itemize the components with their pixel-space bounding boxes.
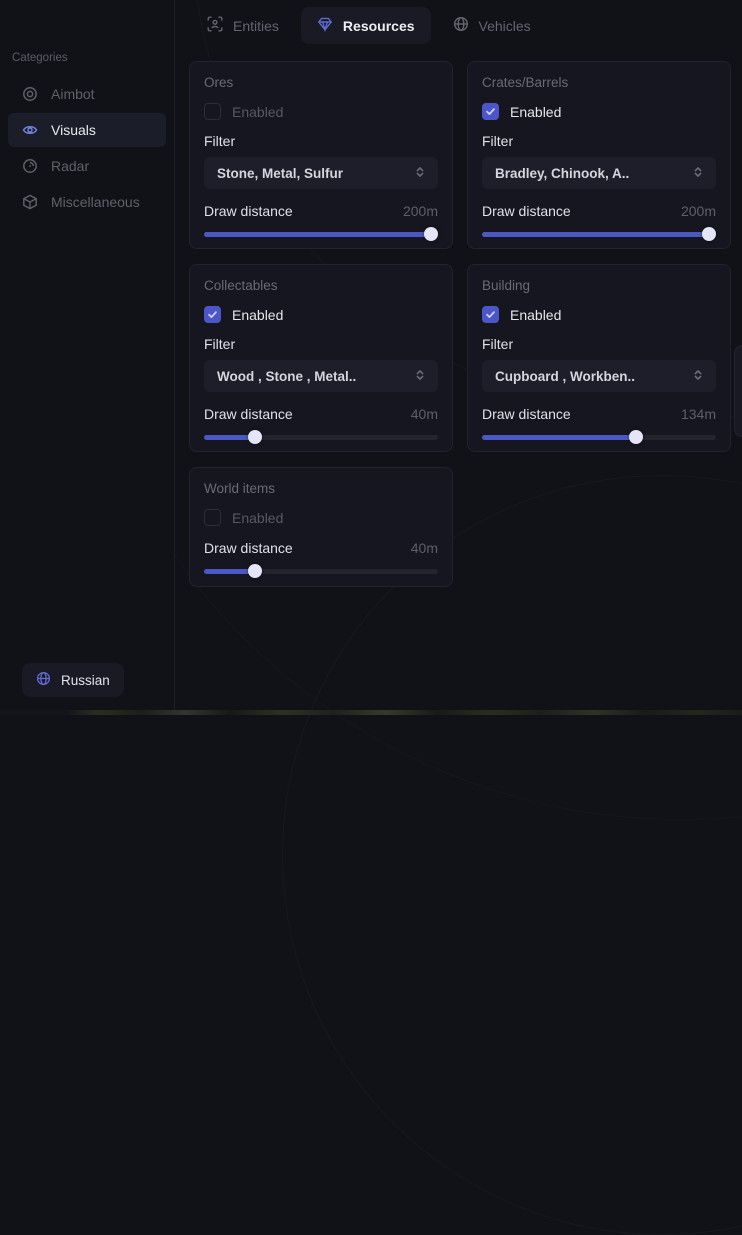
draw-distance-slider[interactable] (482, 430, 716, 444)
draw-distance-row: Draw distance 200m (482, 203, 716, 219)
sidebar-item-radar[interactable]: Radar (8, 149, 166, 183)
filter-label: Filter (204, 336, 438, 352)
sidebar: Categories Aimbot Visuals Radar Miscella… (0, 0, 175, 715)
categories-label: Categories (12, 52, 174, 64)
language-button-label: Russian (61, 673, 110, 688)
language-button[interactable]: Russian (22, 663, 124, 697)
slider-thumb[interactable] (702, 227, 716, 241)
draw-distance-slider[interactable] (482, 227, 716, 241)
slider-thumb[interactable] (248, 430, 262, 444)
draw-distance-value: 200m (681, 203, 716, 219)
globe-icon (36, 671, 51, 689)
checkbox[interactable] (204, 306, 221, 323)
slider-fill (482, 435, 636, 440)
draw-distance-label: Draw distance (204, 203, 293, 219)
draw-distance-row: Draw distance 200m (204, 203, 438, 219)
draw-distance-row: Draw distance 134m (482, 406, 716, 422)
enabled-checkbox-row[interactable]: Enabled (204, 306, 438, 323)
card-crates-barrels: Crates/Barrels Enabled Filter Bradley, C… (467, 61, 731, 249)
filter-select[interactable]: Cupboard , Workben.. (482, 360, 716, 392)
draw-distance-value: 40m (411, 540, 438, 556)
draw-distance-label: Draw distance (204, 540, 293, 556)
game-world-edge (0, 710, 742, 715)
checkbox[interactable] (482, 103, 499, 120)
card-collectables: Collectables Enabled Filter Wood , Stone… (189, 264, 453, 452)
cube-icon (22, 194, 38, 210)
enabled-label: Enabled (232, 307, 283, 323)
enabled-label: Enabled (510, 307, 561, 323)
draw-distance-slider[interactable] (204, 227, 438, 241)
checkbox[interactable] (482, 306, 499, 323)
card-title: Building (482, 278, 716, 293)
enabled-checkbox-row[interactable]: Enabled (482, 306, 716, 323)
filter-select[interactable]: Stone, Metal, Sulfur (204, 157, 438, 189)
draw-distance-slider[interactable] (204, 430, 438, 444)
enabled-checkbox-row[interactable]: Enabled (482, 103, 716, 120)
filter-select[interactable]: Wood , Stone , Metal.. (204, 360, 438, 392)
filter-select-value: Wood , Stone , Metal.. (217, 369, 356, 384)
card-title: World items (204, 481, 438, 496)
filter-select[interactable]: Bradley, Chinook, A.. (482, 157, 716, 189)
unfold-chevron-icon (414, 368, 426, 384)
checkbox[interactable] (204, 103, 221, 120)
draw-distance-slider[interactable] (204, 564, 438, 578)
sidebar-item-miscellaneous[interactable]: Miscellaneous (8, 185, 166, 219)
draw-distance-label: Draw distance (204, 406, 293, 422)
filter-label: Filter (482, 336, 716, 352)
card-world-items: World items Enabled Draw distance 40m (189, 467, 453, 587)
sidebar-item-aimbot[interactable]: Aimbot (8, 77, 166, 111)
enabled-checkbox-row[interactable]: Enabled (204, 103, 438, 120)
slider-fill (482, 232, 709, 237)
draw-distance-row: Draw distance 40m (204, 406, 438, 422)
sidebar-item-label: Aimbot (51, 86, 95, 102)
target-icon (22, 86, 38, 102)
card-title: Collectables (204, 278, 438, 293)
checkbox[interactable] (204, 509, 221, 526)
card-building: Building Enabled Filter Cupboard , Workb… (467, 264, 731, 452)
draw-distance-value: 200m (403, 203, 438, 219)
filter-label: Filter (482, 133, 716, 149)
enabled-label: Enabled (510, 104, 561, 120)
draw-distance-label: Draw distance (482, 406, 571, 422)
radar-icon (22, 158, 38, 174)
sidebar-item-label: Miscellaneous (51, 194, 140, 210)
offscreen-card-peek (734, 345, 742, 437)
unfold-chevron-icon (414, 165, 426, 181)
card-title: Ores (204, 75, 438, 90)
slider-fill (204, 232, 431, 237)
enabled-checkbox-row[interactable]: Enabled (204, 509, 438, 526)
slider-thumb[interactable] (424, 227, 438, 241)
draw-distance-value: 134m (681, 406, 716, 422)
filter-select-value: Bradley, Chinook, A.. (495, 166, 629, 181)
sidebar-item-visuals[interactable]: Visuals (8, 113, 166, 147)
card-ores: Ores Enabled Filter Stone, Metal, Sulfur… (189, 61, 453, 249)
sidebar-item-label: Radar (51, 158, 89, 174)
draw-distance-value: 40m (411, 406, 438, 422)
filter-label: Filter (204, 133, 438, 149)
slider-thumb[interactable] (248, 564, 262, 578)
filter-select-value: Cupboard , Workben.. (495, 369, 635, 384)
enabled-label: Enabled (232, 510, 283, 526)
card-title: Crates/Barrels (482, 75, 716, 90)
slider-thumb[interactable] (629, 430, 643, 444)
draw-distance-row: Draw distance 40m (204, 540, 438, 556)
sidebar-item-label: Visuals (51, 122, 96, 138)
filter-select-value: Stone, Metal, Sulfur (217, 166, 343, 181)
enabled-label: Enabled (232, 104, 283, 120)
eye-icon (22, 122, 38, 138)
unfold-chevron-icon (692, 165, 704, 181)
app-window: Categories Aimbot Visuals Radar Miscella… (0, 0, 742, 715)
main-content: Entities Resources Vehicles Ores (175, 0, 742, 715)
draw-distance-label: Draw distance (482, 203, 571, 219)
unfold-chevron-icon (692, 368, 704, 384)
